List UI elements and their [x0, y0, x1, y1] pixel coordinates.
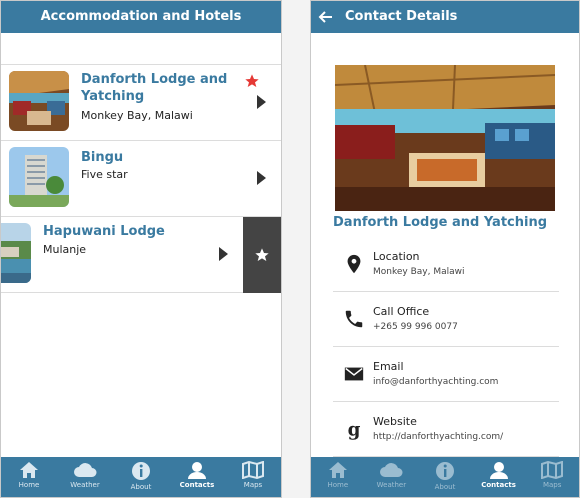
person-icon: [188, 462, 206, 479]
tab-maps[interactable]: Maps: [225, 457, 281, 497]
chevron-right-icon[interactable]: [257, 171, 266, 185]
info-icon: [132, 462, 150, 480]
item-title: Danforth Lodge and Yatching: [81, 72, 228, 104]
item-subtitle: Monkey Bay, Malawi: [81, 109, 193, 122]
home-icon: [328, 462, 347, 478]
cloud-icon: [74, 463, 97, 477]
hotel-thumbnail: [9, 147, 69, 207]
google-icon: g: [348, 419, 361, 440]
contact-card-website[interactable]: g Website http://danforthyachting.com/: [333, 402, 559, 457]
back-arrow-icon[interactable]: [317, 9, 333, 25]
tab-about[interactable]: About: [418, 457, 472, 497]
list-item-bingu[interactable]: Bingu Five star: [1, 141, 281, 217]
tab-label: Weather: [70, 481, 100, 489]
tab-about[interactable]: About: [113, 457, 169, 497]
add-favorite-action[interactable]: [243, 217, 281, 293]
tab-label: About: [434, 483, 456, 491]
contact-card-location[interactable]: Location Monkey Bay, Malawi: [333, 237, 559, 292]
chevron-right-icon[interactable]: [219, 247, 228, 261]
tab-label: About: [130, 483, 152, 491]
favorite-star-icon[interactable]: [244, 73, 260, 89]
list-item-danforth[interactable]: Danforth Lodge and Yatching Monkey Bay, …: [1, 65, 281, 141]
contact-value: http://danforthyachting.com/: [373, 432, 504, 442]
contact-value: Monkey Bay, Malawi: [373, 267, 465, 277]
contact-label: Location: [373, 250, 420, 263]
contact-card-email[interactable]: Email info@danforthyachting.com: [333, 347, 559, 402]
contact-card-phone[interactable]: Call Office +265 99 996 0077: [333, 292, 559, 347]
item-title: Hapuwani Lodge: [43, 224, 165, 239]
map-icon: [541, 461, 564, 479]
tab-label: Home: [18, 481, 40, 489]
contact-value: info@danforthyachting.com: [373, 377, 499, 387]
tab-label: Maps: [243, 481, 263, 489]
tab-weather[interactable]: Weather: [365, 457, 419, 497]
accommodation-list-screen: Accommodation and Hotels Danforth Lodge …: [0, 0, 282, 498]
tab-label: Home: [327, 481, 349, 489]
phone-icon: [345, 310, 363, 328]
page-title: Contact Details: [311, 1, 579, 33]
bottom-tab-bar: Home Weather About Contacts Maps: [1, 457, 281, 497]
tab-contacts[interactable]: Contacts: [169, 457, 225, 497]
person-icon: [489, 462, 508, 479]
contact-label: Call Office: [373, 305, 430, 318]
star-icon: [255, 248, 269, 261]
home-icon: [20, 462, 38, 478]
hotel-name: Danforth Lodge and Yatching: [333, 215, 548, 230]
screen-divider: [282, 0, 310, 498]
hotel-photo: [335, 65, 555, 211]
item-title: Bingu: [81, 150, 124, 165]
email-icon: [344, 367, 364, 381]
contact-label: Email: [373, 360, 404, 373]
hotel-thumbnail: [9, 71, 69, 131]
hotel-thumbnail: [1, 223, 31, 283]
tab-contacts[interactable]: Contacts: [472, 457, 526, 497]
bottom-tab-bar: Home Weather About Contacts Maps: [311, 457, 579, 497]
item-subtitle: Mulanje: [43, 243, 87, 256]
chevron-right-icon[interactable]: [257, 95, 266, 109]
tab-label: Maps: [542, 481, 562, 489]
tab-home[interactable]: Home: [311, 457, 365, 497]
tab-maps[interactable]: Maps: [525, 457, 579, 497]
tab-weather[interactable]: Weather: [57, 457, 113, 497]
map-icon: [242, 461, 264, 479]
item-subtitle: Five star: [81, 168, 128, 181]
location-pin-icon: [347, 254, 361, 274]
cloud-icon: [380, 463, 403, 477]
tab-home[interactable]: Home: [1, 457, 57, 497]
contact-value: +265 99 996 0077: [373, 322, 458, 332]
tab-label: Contacts: [481, 481, 516, 489]
contact-label: Website: [373, 415, 417, 428]
tab-label: Weather: [376, 481, 407, 489]
info-icon: [435, 462, 454, 480]
svg-text:g: g: [348, 419, 361, 440]
list-item-hapuwani[interactable]: Hapuwani Lodge Mulanje: [1, 217, 281, 293]
tab-label: Contacts: [179, 481, 215, 489]
page-title: Accommodation and Hotels: [1, 1, 281, 33]
search-bar-area: [1, 33, 281, 65]
contact-details-screen: Contact Details Danforth Lodge and Yatch…: [310, 0, 580, 498]
